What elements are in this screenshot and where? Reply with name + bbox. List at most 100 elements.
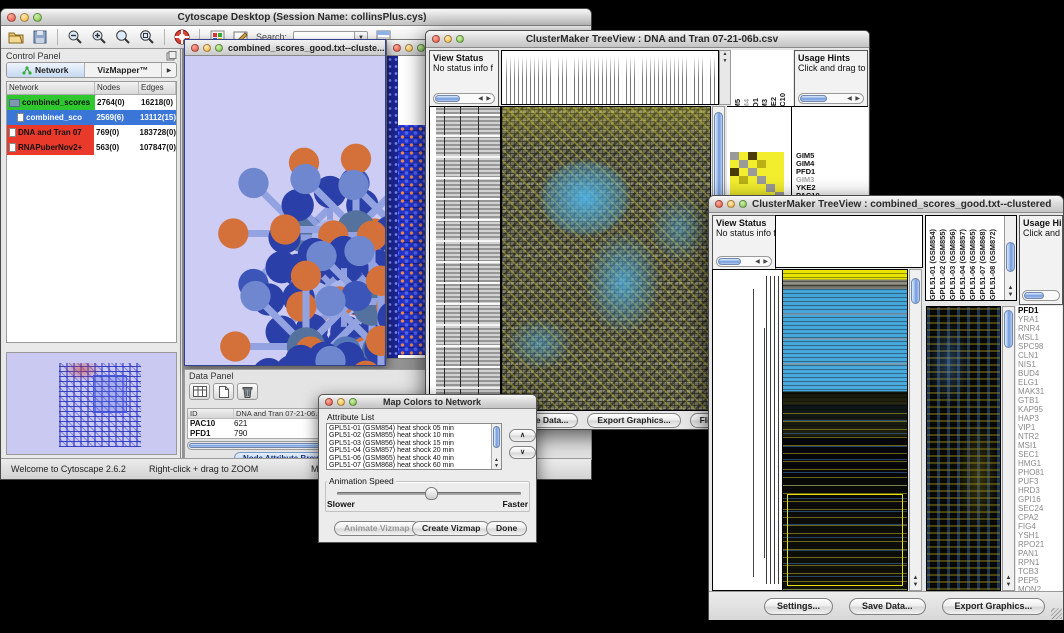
network-list-header[interactable]: Network Nodes Edges	[7, 82, 176, 95]
gene-label[interactable]: NIS1	[1018, 360, 1062, 369]
heatmap-vscrollbar[interactable]: ▲▼	[909, 269, 922, 591]
network-canvas[interactable]	[185, 56, 385, 365]
gene-label[interactable]: HMG1	[1018, 459, 1062, 468]
matrix-cell[interactable]	[766, 152, 775, 160]
column-dendrogram[interactable]	[501, 50, 719, 105]
network-view-titlebar[interactable]: combined_scores_good.txt--cluste...	[185, 40, 385, 56]
gene-list-scrollbar[interactable]: ▲▼	[1002, 306, 1015, 591]
column-label[interactable]: GPL51-03 (GSM856)	[948, 229, 958, 300]
matrix-cell[interactable]	[739, 152, 748, 160]
resize-grip[interactable]	[1051, 608, 1062, 619]
save-session-button[interactable]	[31, 29, 49, 46]
column-label[interactable]: GPL51-06 (GSM865)	[968, 229, 978, 300]
minimize-button[interactable]	[203, 44, 211, 52]
gene-label[interactable]: GPI16	[1018, 495, 1062, 504]
move-down-button[interactable]: ∨	[509, 446, 536, 459]
gene-label[interactable]: VIP1	[1018, 423, 1062, 432]
select-attributes-button[interactable]	[189, 383, 210, 400]
treeview-button[interactable]: Export Graphics...	[587, 413, 680, 428]
gene-label[interactable]: YSH1	[1018, 531, 1062, 540]
gene-label[interactable]: YRA1	[1018, 315, 1062, 324]
gene-label[interactable]: MAK31	[1018, 387, 1062, 396]
matrix-cell[interactable]	[775, 176, 784, 184]
zoom-out-icon[interactable]	[66, 29, 84, 46]
gene-label[interactable]: KAP95	[1018, 405, 1062, 414]
usage-hints-scrollbar[interactable]	[1022, 290, 1060, 301]
matrix-cell[interactable]	[730, 176, 739, 184]
gene-label[interactable]: ELG1	[1018, 378, 1062, 387]
treeview-combined-titlebar[interactable]: ClusterMaker TreeView : combined_scores_…	[709, 196, 1063, 213]
tab-network[interactable]: Network	[7, 63, 85, 77]
row-dendrogram[interactable]	[712, 269, 782, 591]
matrix-cell[interactable]	[739, 176, 748, 184]
gene-label[interactable]: GTB1	[1018, 396, 1062, 405]
column-label[interactable]: GPL51-04 (GSM857)	[958, 229, 968, 300]
gene-label[interactable]: RNR4	[1018, 324, 1062, 333]
gene-label[interactable]: PUF3	[1018, 477, 1062, 486]
create-vizmap-button[interactable]: Create Vizmap	[412, 521, 490, 536]
matrix-cell[interactable]	[757, 168, 766, 176]
move-up-button[interactable]: ∧	[509, 429, 536, 442]
treeview-dna-titlebar[interactable]: ClusterMaker TreeView : DNA and Tran 07-…	[426, 31, 869, 48]
matrix-cell[interactable]	[748, 176, 757, 184]
overview-viewport[interactable]	[93, 375, 127, 413]
zoom-button[interactable]	[739, 200, 747, 208]
gene-label[interactable]: CPA2	[1018, 513, 1062, 522]
minimize-button[interactable]	[444, 35, 452, 43]
gene-label[interactable]: FIG4	[1018, 522, 1062, 531]
attribute-item[interactable]: GPL51-01 (GSM854) heat shock 05 min	[329, 425, 501, 432]
matrix-cell[interactable]	[739, 160, 748, 168]
zoom-button[interactable]	[456, 35, 464, 43]
zoom-fit-icon[interactable]	[114, 29, 132, 46]
secondary-heatmap[interactable]	[926, 306, 1001, 591]
row-dendrogram[interactable]	[429, 106, 501, 411]
matrix-cell[interactable]	[730, 152, 739, 160]
minimize-button[interactable]	[727, 200, 735, 208]
gene-label[interactable]: SEC24	[1018, 504, 1062, 513]
matrix-cell[interactable]	[748, 184, 757, 192]
zoom-button[interactable]	[417, 44, 425, 52]
gene-label[interactable]: PHO81	[1018, 468, 1062, 477]
new-attribute-button[interactable]	[213, 383, 234, 400]
heatmap-canvas[interactable]	[782, 269, 908, 591]
matrix-cell[interactable]	[748, 160, 757, 168]
treeview-button[interactable]: Save Data...	[849, 598, 926, 615]
view-status-scrollbar[interactable]: ◀ ▶	[716, 256, 772, 267]
matrix-cell[interactable]	[748, 152, 757, 160]
zoom-button[interactable]	[33, 13, 42, 22]
treeview-button[interactable]: Export Graphics...	[942, 598, 1046, 615]
similarity-matrix[interactable]	[730, 152, 784, 200]
minimize-button[interactable]	[405, 44, 413, 52]
matrix-cell[interactable]	[739, 184, 748, 192]
matrix-cell[interactable]	[748, 168, 757, 176]
gene-label[interactable]: RPN1	[1018, 558, 1062, 567]
more-tabs-button[interactable]: ▶	[162, 63, 176, 77]
gene-label[interactable]: SPC98	[1018, 342, 1062, 351]
animation-speed-slider[interactable]	[337, 492, 521, 495]
heatmap-canvas[interactable]	[501, 106, 711, 411]
attribute-item[interactable]: GPL51-03 (GSM856) heat shock 15 min	[329, 440, 501, 447]
matrix-cell[interactable]	[775, 160, 784, 168]
dialog-titlebar[interactable]: Map Colors to Network	[319, 395, 536, 409]
close-button[interactable]	[715, 200, 723, 208]
selection-rectangle[interactable]	[787, 494, 903, 586]
gene-label[interactable]: TCB3	[1018, 567, 1062, 576]
gene-label[interactable]: CLN1	[1018, 351, 1062, 360]
column-label[interactable]: GPL51-01 (GSM854)	[928, 229, 938, 300]
gene-label[interactable]: RPO21	[1018, 540, 1062, 549]
matrix-cell[interactable]	[730, 184, 739, 192]
attribute-item[interactable]: GPL51-02 (GSM855) heat shock 10 min	[329, 432, 501, 439]
matrix-cell[interactable]	[775, 168, 784, 176]
tab-vizmapper[interactable]: VizMapper™	[85, 63, 163, 77]
column-dendrogram[interactable]	[775, 215, 923, 268]
gene-label[interactable]: SEC1	[1018, 450, 1062, 459]
gene-label[interactable]: BUD4	[1018, 369, 1062, 378]
zoom-button[interactable]	[215, 44, 223, 52]
network-list-row[interactable]: RNAPuberNov2+ 563(0) 107847(0)	[7, 140, 176, 155]
zoom-in-icon[interactable]	[90, 29, 108, 46]
matrix-cell[interactable]	[730, 160, 739, 168]
column-label[interactable]: GPL51-02 (GSM855)	[938, 229, 948, 300]
animate-vizmap-button[interactable]: Animate Vizmap	[334, 521, 420, 536]
matrix-cell[interactable]	[766, 176, 775, 184]
matrix-cell[interactable]	[775, 152, 784, 160]
